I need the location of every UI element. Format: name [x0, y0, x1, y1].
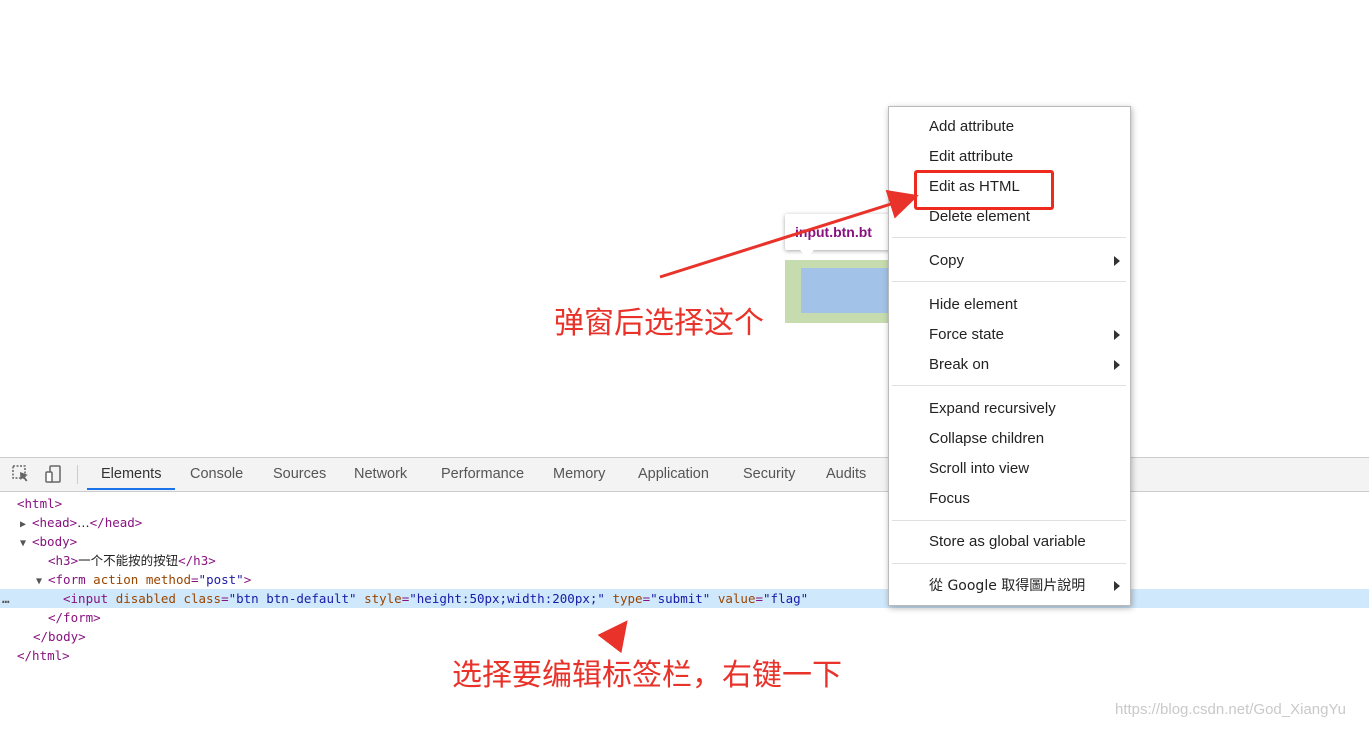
dom-node-head[interactable]: ▶ <head>…</head> — [0, 513, 1369, 532]
menu-item-force-state[interactable]: Force state — [929, 320, 1004, 350]
menu-item-google-image-description[interactable]: 從 Google 取得圖片說明 — [929, 571, 1085, 601]
tab-audits[interactable]: Audits — [812, 458, 880, 490]
submenu-arrow-icon — [1114, 330, 1120, 340]
dom-node-h3[interactable]: <h3>一个不能按的按钮</h3> — [0, 551, 1369, 570]
menu-separator — [892, 385, 1126, 386]
menu-separator — [892, 520, 1126, 521]
tab-memory[interactable]: Memory — [539, 458, 619, 490]
annotation-right-click-tag: 选择要编辑标签栏，右键一下 — [452, 658, 842, 693]
menu-item-break-on[interactable]: Break on — [929, 350, 989, 380]
dom-node-input-selected[interactable]: … <input disabled class="btn btn-default… — [0, 589, 1369, 608]
menu-item-hide-element[interactable]: Hide element — [929, 290, 1017, 320]
submenu-arrow-icon — [1114, 256, 1120, 266]
dom-node-body[interactable]: ▼ <body> — [0, 532, 1369, 551]
submenu-arrow-icon — [1114, 360, 1120, 370]
tab-console[interactable]: Console — [176, 458, 257, 490]
menu-item-collapse-children[interactable]: Collapse children — [929, 424, 1044, 454]
toolbar-separator — [77, 465, 78, 484]
more-actions-icon[interactable]: … — [2, 589, 10, 608]
menu-item-edit-attribute[interactable]: Edit attribute — [929, 142, 1013, 172]
disabled-button-highlight[interactable] — [801, 268, 895, 313]
tab-application[interactable]: Application — [624, 458, 723, 490]
tab-security[interactable]: Security — [729, 458, 809, 490]
dom-node-html[interactable]: <html> — [0, 494, 1369, 513]
menu-item-scroll-into-view[interactable]: Scroll into view — [929, 454, 1029, 484]
menu-item-expand-recursively[interactable]: Expand recursively — [929, 394, 1056, 424]
menu-item-store-global[interactable]: Store as global variable — [929, 527, 1086, 557]
edit-as-html-highlight-box — [914, 170, 1054, 210]
watermark: https://blog.csdn.net/God_XiangYu — [1115, 701, 1346, 718]
device-toolbar-icon[interactable] — [44, 464, 64, 484]
menu-separator — [892, 563, 1126, 564]
menu-item-focus[interactable]: Focus — [929, 484, 970, 514]
tab-elements[interactable]: Elements — [87, 458, 176, 490]
inspect-element-icon[interactable] — [11, 464, 31, 484]
menu-separator — [892, 237, 1126, 238]
dom-node-form[interactable]: ▼ <form action method="post"> — [0, 570, 1369, 589]
tab-network[interactable]: Network — [340, 458, 421, 490]
tab-performance[interactable]: Performance — [427, 458, 538, 490]
dom-node-body-close[interactable]: </body> — [0, 627, 1369, 646]
menu-item-copy[interactable]: Copy — [929, 246, 1119, 276]
tooltip-arrow — [800, 250, 814, 258]
menu-separator — [892, 281, 1126, 282]
menu-item-add-attribute[interactable]: Add attribute — [929, 112, 1014, 142]
element-tooltip: input.btn.bt — [785, 214, 895, 250]
devtools-toolbar: Elements Console Sources Network Perform… — [0, 458, 1369, 492]
tooltip-label: input.btn.bt — [795, 224, 872, 240]
page-viewport: input.btn.bt — [0, 0, 1369, 457]
submenu-arrow-icon — [1114, 581, 1120, 591]
tab-sources[interactable]: Sources — [259, 458, 340, 490]
annotation-select-this: 弹窗后选择这个 — [554, 306, 764, 341]
dom-node-form-close[interactable]: </form> — [0, 608, 1369, 627]
